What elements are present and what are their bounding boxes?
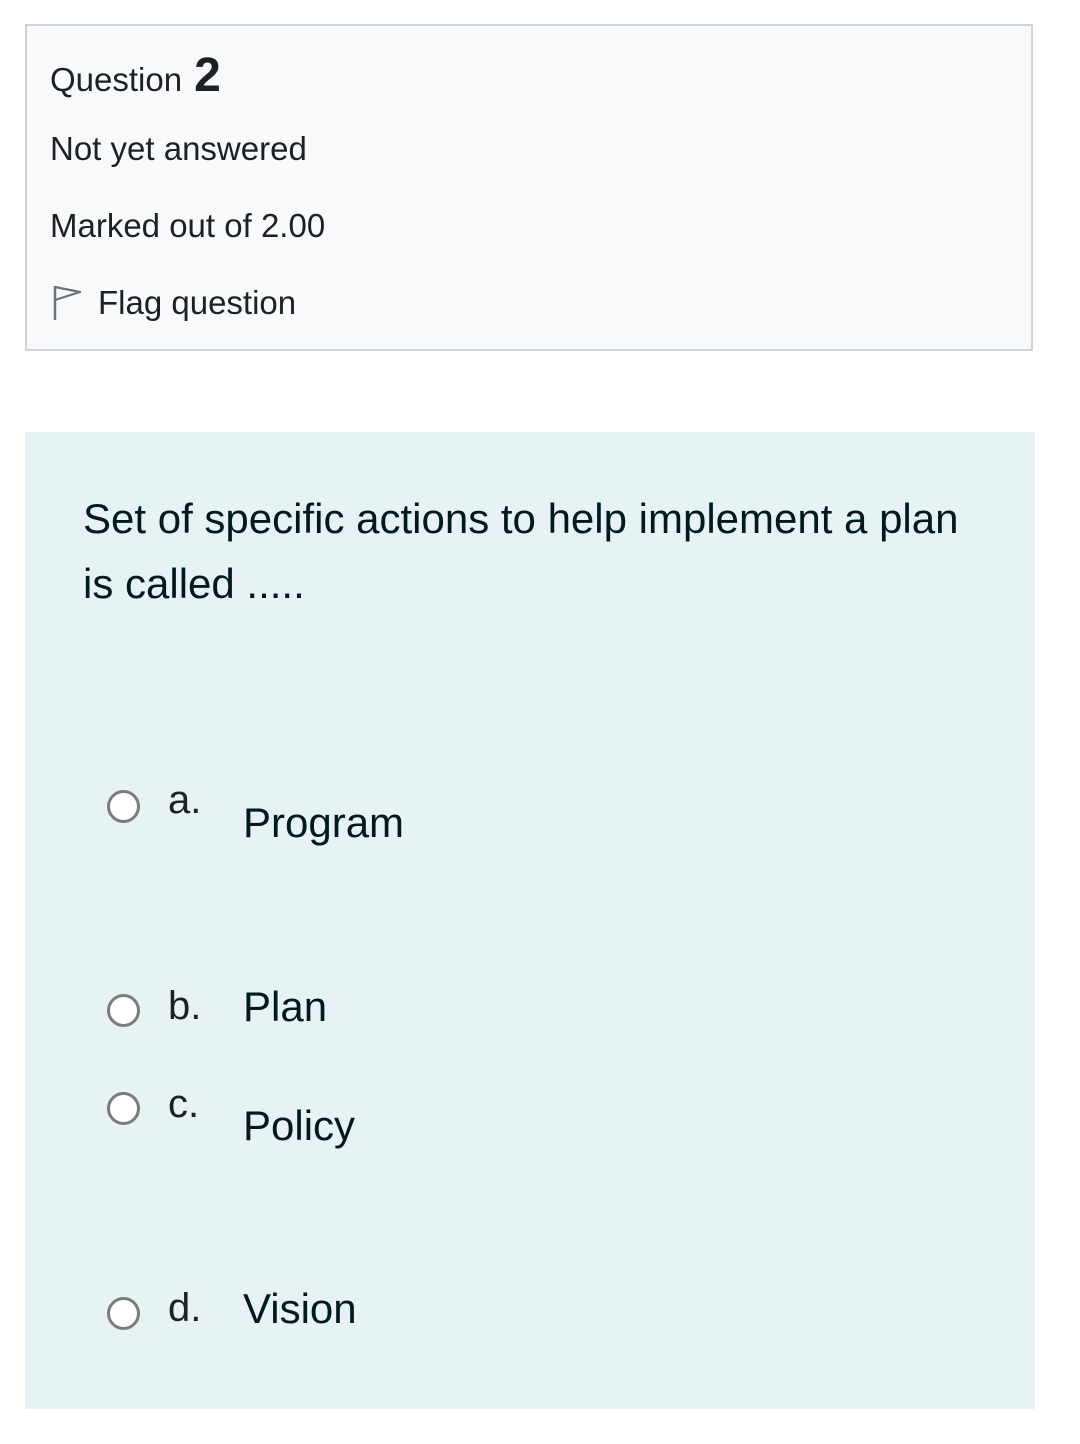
- radio-button[interactable]: [107, 1297, 140, 1330]
- radio-button[interactable]: [107, 790, 140, 823]
- option-label: Program: [243, 799, 405, 846]
- question-info-panel: Question 2 Not yet answered Marked out o…: [25, 24, 1033, 351]
- answer-option-d[interactable]: d. Vision: [107, 1285, 987, 1365]
- answer-option-b[interactable]: b. Plan: [107, 981, 987, 1061]
- flag-question-button[interactable]: Flag question: [50, 280, 296, 326]
- question-number-heading: Question 2: [50, 48, 221, 104]
- question-label: Question: [50, 61, 183, 98]
- option-label: Vision: [243, 1285, 357, 1332]
- radio-button[interactable]: [107, 1092, 140, 1125]
- question-number: 2: [194, 49, 221, 102]
- option-label: Plan: [243, 983, 328, 1030]
- answer-option-c[interactable]: c. Policy: [107, 1082, 987, 1162]
- question-state: Not yet answered: [50, 130, 307, 167]
- radio-button[interactable]: [107, 994, 140, 1027]
- question-text: Set of specific actions to help implemen…: [83, 495, 959, 607]
- option-label: Policy: [243, 1102, 356, 1149]
- question-grade: Marked out of 2.00: [50, 207, 326, 244]
- flag-icon: [50, 284, 84, 322]
- question-content-panel: Set of specific actions to help implemen…: [25, 432, 1035, 1409]
- option-letter: c.: [168, 1082, 200, 1126]
- option-letter: d.: [168, 1286, 202, 1330]
- option-letter: b.: [168, 984, 202, 1028]
- option-letter: a.: [168, 778, 202, 822]
- flag-question-label: Flag question: [98, 284, 297, 321]
- answer-option-a[interactable]: a. Program: [107, 778, 987, 858]
